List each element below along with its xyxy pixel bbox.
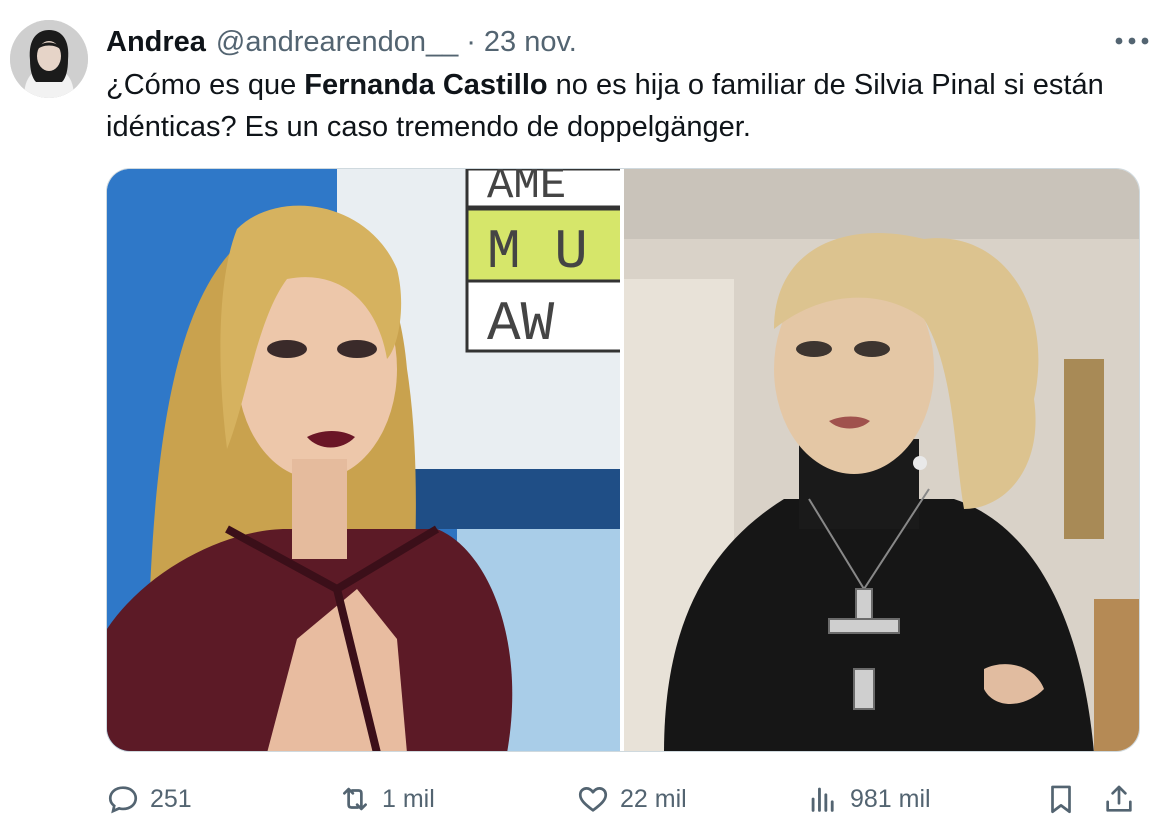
more-options-button[interactable]: [1112, 26, 1152, 56]
sign-line-3: AW: [487, 292, 555, 356]
more-horizontal-icon: [1115, 37, 1149, 45]
tweet-media[interactable]: AME M U AW: [106, 168, 1140, 752]
bookmark-icon: [1051, 785, 1071, 814]
photo-left-image: AME M U AW: [107, 169, 620, 751]
author-handle[interactable]: @andrearendon__: [216, 26, 458, 59]
repost-button[interactable]: 1 mil: [338, 776, 435, 822]
tweet-actions: 251 1 mil 22 mil 981 mil: [106, 776, 1146, 822]
author-name[interactable]: Andrea: [106, 26, 206, 59]
reply-count: 251: [150, 784, 192, 813]
views-button[interactable]: 981 mil: [806, 776, 931, 822]
author-avatar[interactable]: [10, 20, 88, 98]
sign-line-1: AME: [487, 169, 566, 211]
share-icon: [1106, 785, 1132, 812]
tweet-text: ¿Cómo es que Fernanda Castillo no es hij…: [106, 64, 1156, 148]
photo-right-image: [624, 169, 1139, 751]
views-count: 981 mil: [850, 784, 931, 813]
tweet-header: Andrea @andrearendon__ · 23 nov.: [106, 22, 577, 62]
photo-right[interactable]: [624, 169, 1139, 751]
bookmark-button[interactable]: [1044, 776, 1088, 822]
like-count: 22 mil: [620, 784, 687, 813]
reply-button[interactable]: 251: [106, 776, 192, 822]
repost-count: 1 mil: [382, 784, 435, 813]
tweet-text-bold[interactable]: Fernanda Castillo: [304, 69, 547, 101]
repost-icon: [343, 787, 367, 811]
views-chart-icon: [811, 787, 834, 812]
like-button[interactable]: 22 mil: [576, 776, 687, 822]
heart-icon: [578, 787, 608, 812]
share-button[interactable]: [1102, 776, 1146, 822]
header-separator: ·: [466, 25, 476, 58]
reply-icon: [108, 786, 138, 814]
tweet-text-before: ¿Cómo es que: [106, 69, 305, 101]
sign-line-2: M U: [487, 220, 588, 284]
tweet-date[interactable]: 23 nov.: [484, 26, 577, 59]
avatar-image: [10, 20, 88, 98]
photo-left[interactable]: AME M U AW: [107, 169, 620, 751]
